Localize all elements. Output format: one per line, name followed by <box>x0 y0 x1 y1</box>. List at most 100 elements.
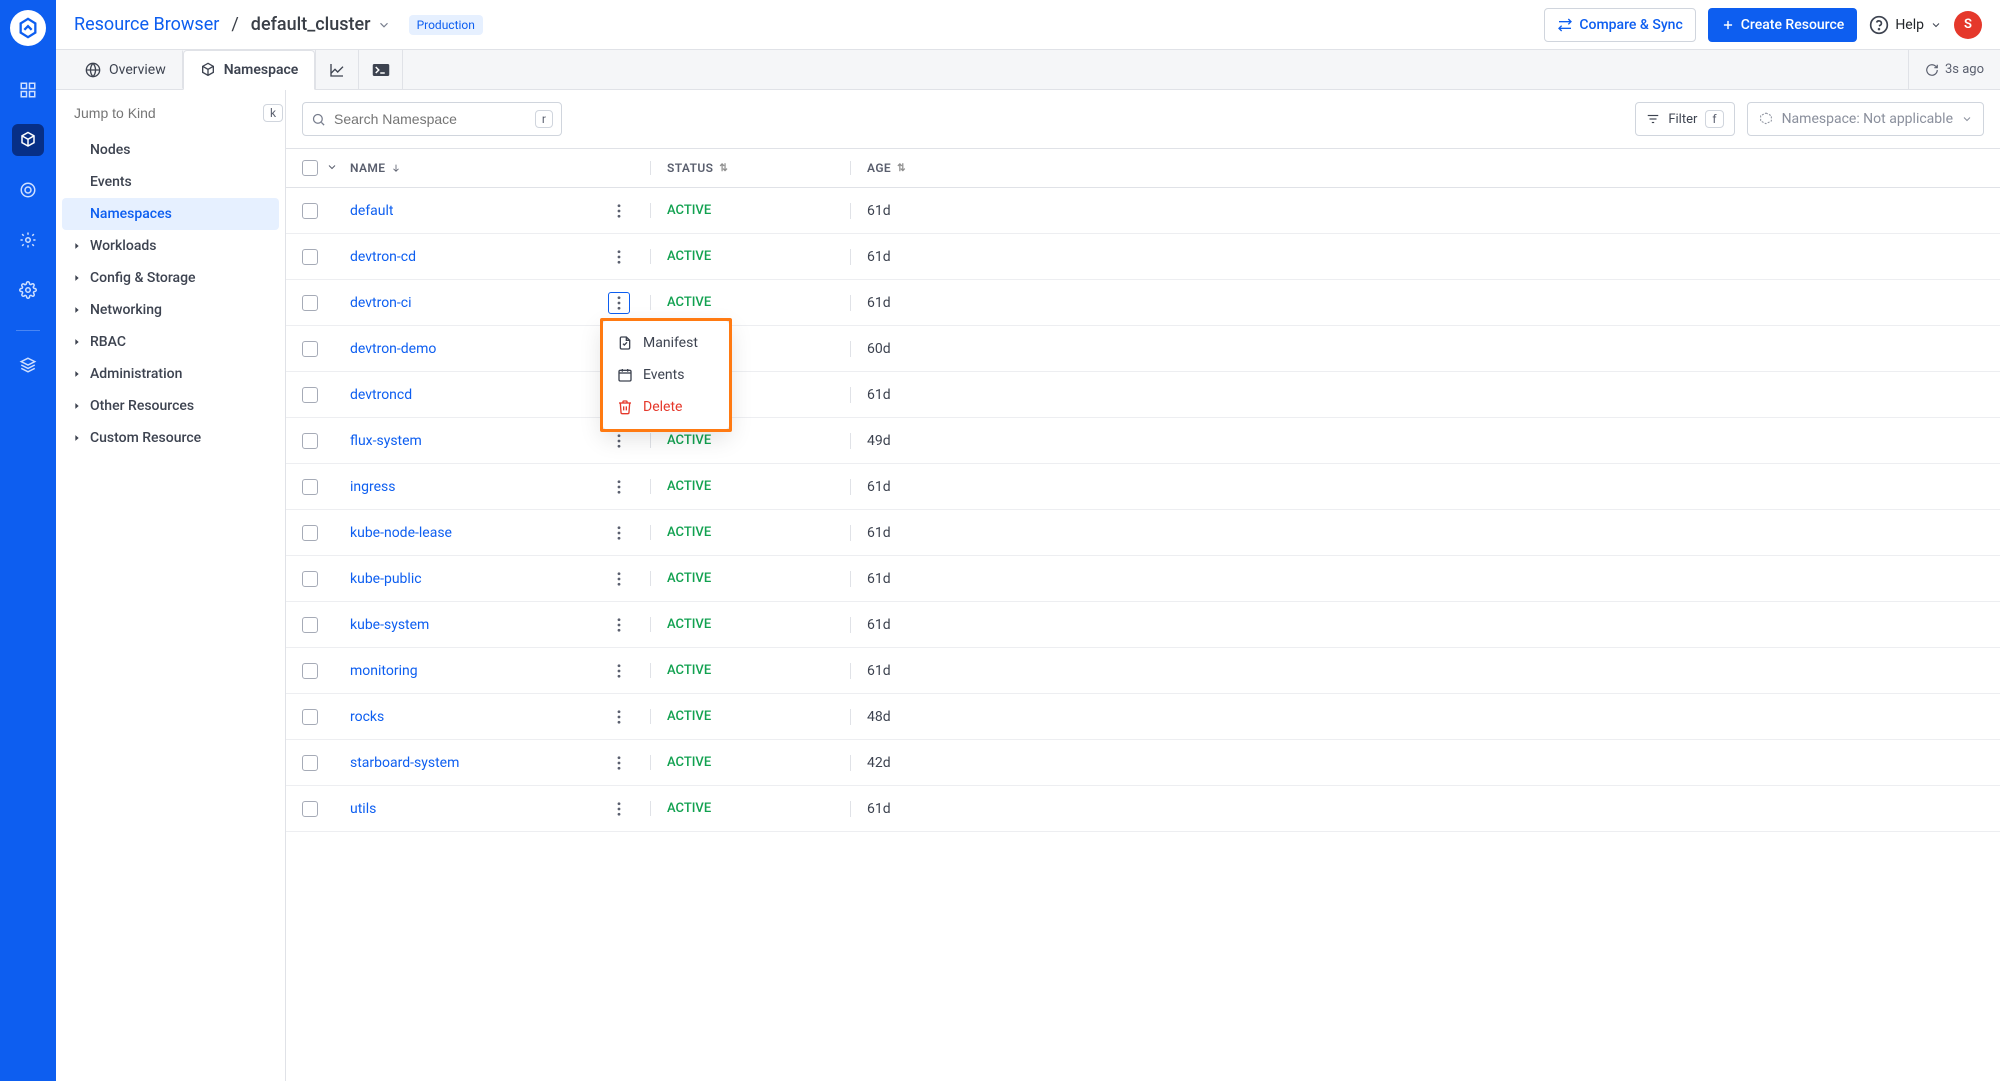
namespace-link[interactable]: monitoring <box>350 663 418 679</box>
status-cell: ACTIVE <box>650 571 850 586</box>
row-actions-button[interactable] <box>608 522 630 544</box>
help-label: Help <box>1895 17 1924 33</box>
sidebar-group-custom-resource[interactable]: Custom Resource <box>62 422 279 454</box>
sidebar-group-rbac[interactable]: RBAC <box>62 326 279 358</box>
namespace-link[interactable]: rocks <box>350 709 384 725</box>
age-cell: 42d <box>850 755 1030 771</box>
col-name-header[interactable]: NAME <box>350 161 650 175</box>
chevron-down-icon <box>1930 19 1942 31</box>
row-checkbox[interactable] <box>302 801 318 817</box>
gear-outline-icon[interactable] <box>12 224 44 256</box>
content: r Filter f Namespace: Not applicable <box>286 90 2000 1081</box>
caret-right-icon <box>72 337 82 347</box>
row-checkbox[interactable] <box>302 617 318 633</box>
row-checkbox[interactable] <box>302 433 318 449</box>
sidebar-group-administration[interactable]: Administration <box>62 358 279 390</box>
row-actions-button[interactable] <box>608 660 630 682</box>
row-actions-button[interactable] <box>608 246 630 268</box>
namespace-link[interactable]: devtron-cd <box>350 249 416 265</box>
namespace-link[interactable]: devtroncd <box>350 387 412 403</box>
row-checkbox[interactable] <box>302 663 318 679</box>
col-age-header[interactable]: AGE ⇅ <box>850 161 1030 175</box>
table-row: kube-systemACTIVE61d <box>286 602 2000 648</box>
namespace-icon <box>1758 111 1774 127</box>
terminal-icon-button[interactable] <box>359 50 403 89</box>
row-checkbox[interactable] <box>302 387 318 403</box>
row-checkbox[interactable] <box>302 755 318 771</box>
row-actions-button[interactable] <box>608 292 630 314</box>
namespace-link[interactable]: ingress <box>350 479 396 495</box>
breadcrumb-cluster[interactable]: default_cluster <box>251 14 391 35</box>
search-input[interactable] <box>334 111 527 127</box>
sync-icon <box>1557 17 1573 33</box>
row-checkbox[interactable] <box>302 709 318 725</box>
select-all-checkbox[interactable] <box>302 160 318 176</box>
search-shortcut: r <box>535 110 553 128</box>
age-cell: 61d <box>850 203 1030 219</box>
search-box[interactable]: r <box>302 102 562 136</box>
row-actions-button[interactable] <box>608 752 630 774</box>
namespace-link[interactable]: devtron-demo <box>350 341 436 357</box>
app-logo[interactable] <box>10 10 46 46</box>
ctx-manifest[interactable]: Manifest <box>603 327 729 359</box>
filter-bar: r Filter f Namespace: Not applicable <box>286 90 2000 148</box>
tab-overview[interactable]: Overview <box>68 50 183 89</box>
namespace-link[interactable]: utils <box>350 801 376 817</box>
col-status-header[interactable]: STATUS ⇅ <box>650 161 850 175</box>
status-cell: ACTIVE <box>650 709 850 724</box>
row-checkbox[interactable] <box>302 571 318 587</box>
settings-icon[interactable] <box>12 274 44 306</box>
ctx-events[interactable]: Events <box>603 359 729 391</box>
status-cell: ACTIVE <box>650 203 850 218</box>
sidebar-group-workloads[interactable]: Workloads <box>62 230 279 262</box>
user-avatar[interactable]: S <box>1954 11 1982 39</box>
row-actions-button[interactable] <box>608 476 630 498</box>
namespace-link[interactable]: devtron-ci <box>350 295 412 311</box>
row-checkbox[interactable] <box>302 249 318 265</box>
row-actions-button[interactable] <box>608 706 630 728</box>
stack-icon[interactable] <box>12 349 44 381</box>
sidebar-group-config-storage[interactable]: Config & Storage <box>62 262 279 294</box>
compare-sync-button[interactable]: Compare & Sync <box>1544 8 1695 42</box>
target-icon[interactable] <box>12 174 44 206</box>
row-checkbox[interactable] <box>302 203 318 219</box>
expand-toggle[interactable] <box>326 161 350 176</box>
row-actions-button[interactable] <box>608 200 630 222</box>
apps-icon[interactable] <box>12 74 44 106</box>
ctx-delete[interactable]: Delete <box>603 391 729 423</box>
row-actions-button[interactable] <box>608 430 630 452</box>
row-actions-button[interactable] <box>608 568 630 590</box>
sidebar-item-namespaces[interactable]: Namespaces <box>62 198 279 230</box>
chevron-down-icon <box>377 18 391 32</box>
breadcrumb-root[interactable]: Resource Browser <box>74 14 219 35</box>
help-menu[interactable]: Help <box>1869 15 1942 35</box>
row-actions-button[interactable] <box>608 614 630 636</box>
refresh-status[interactable]: 3s ago <box>1908 50 2000 89</box>
jump-input[interactable] <box>74 105 255 121</box>
row-checkbox[interactable] <box>302 295 318 311</box>
row-checkbox[interactable] <box>302 341 318 357</box>
tab-namespace[interactable]: Namespace <box>183 50 316 90</box>
namespace-link[interactable]: kube-node-lease <box>350 525 452 541</box>
jump-to-kind[interactable]: k <box>66 104 275 122</box>
age-cell: 61d <box>850 617 1030 633</box>
status-cell: ACTIVE <box>650 433 850 448</box>
row-checkbox[interactable] <box>302 479 318 495</box>
namespace-selector[interactable]: Namespace: Not applicable <box>1747 102 1984 136</box>
namespace-link[interactable]: kube-system <box>350 617 429 633</box>
rail-separator <box>16 330 40 331</box>
cube-icon[interactable] <box>12 124 44 156</box>
sidebar-group-networking[interactable]: Networking <box>62 294 279 326</box>
namespace-link[interactable]: kube-public <box>350 571 422 587</box>
namespace-link[interactable]: default <box>350 203 394 219</box>
namespace-link[interactable]: flux-system <box>350 433 422 449</box>
row-actions-button[interactable] <box>608 798 630 820</box>
row-checkbox[interactable] <box>302 525 318 541</box>
sidebar-item-nodes[interactable]: Nodes <box>62 134 279 166</box>
chart-icon-button[interactable] <box>315 50 359 89</box>
filter-button[interactable]: Filter f <box>1635 102 1734 136</box>
namespace-link[interactable]: starboard-system <box>350 755 459 771</box>
sidebar-group-other-resources[interactable]: Other Resources <box>62 390 279 422</box>
sidebar-item-events[interactable]: Events <box>62 166 279 198</box>
create-resource-button[interactable]: Create Resource <box>1708 8 1858 42</box>
